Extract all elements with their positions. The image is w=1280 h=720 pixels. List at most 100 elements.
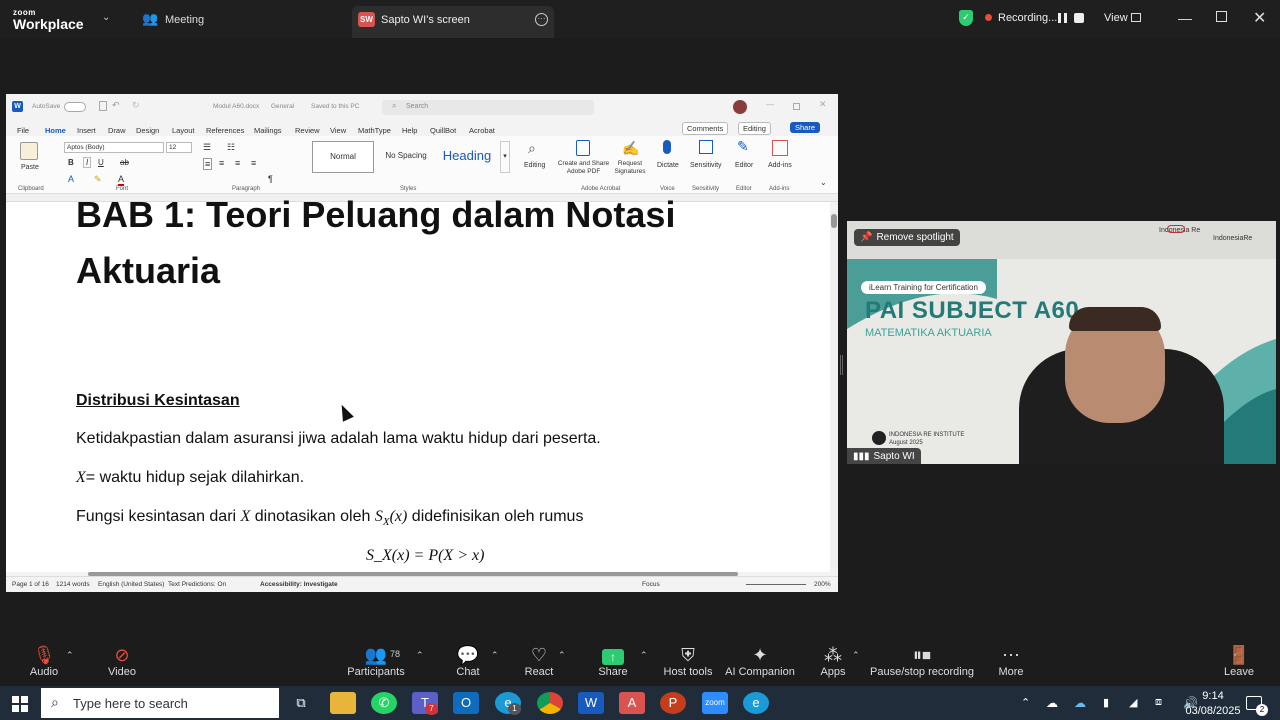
request-signatures-label[interactable]: Request Signatures bbox=[610, 160, 650, 176]
word-minimize-icon[interactable]: — bbox=[766, 100, 774, 109]
highlight-icon[interactable]: ✎ bbox=[94, 174, 102, 185]
paste-icon[interactable] bbox=[20, 142, 38, 160]
tab-review[interactable]: Review bbox=[295, 126, 320, 135]
word-icon[interactable]: W bbox=[578, 692, 604, 714]
vertical-scroll-thumb[interactable] bbox=[831, 214, 837, 228]
justify-icon[interactable]: ≡ bbox=[251, 158, 256, 168]
autosave-toggle[interactable] bbox=[64, 102, 86, 112]
view-button[interactable]: View bbox=[1104, 12, 1128, 24]
apps-caret-icon[interactable]: ⌃ bbox=[852, 650, 860, 661]
align-center-icon[interactable]: ≡ bbox=[219, 158, 224, 168]
word-restore-icon[interactable] bbox=[793, 103, 800, 110]
document-page[interactable]: BAB 1: Teori Peluang dalam Notasi Aktuar… bbox=[6, 194, 830, 572]
chrome-icon[interactable] bbox=[537, 692, 563, 714]
status-focus[interactable]: Focus bbox=[642, 581, 660, 588]
redo-icon[interactable]: ↻ bbox=[132, 100, 140, 111]
zoom-slider[interactable] bbox=[746, 584, 806, 585]
tab-mathtype[interactable]: MathType bbox=[358, 126, 391, 135]
sensitivity-icon[interactable] bbox=[699, 140, 713, 154]
tab-references[interactable]: References bbox=[206, 126, 244, 135]
add-ins-label[interactable]: Add-ins bbox=[768, 162, 792, 169]
remove-spotlight-button[interactable]: 📌 Remove spotlight bbox=[854, 229, 960, 246]
underline-icon[interactable]: U bbox=[98, 158, 104, 167]
video-button[interactable]: ⊘ Video bbox=[77, 644, 167, 678]
more-button[interactable]: ⋯ More bbox=[966, 644, 1056, 678]
panel-resize-handle[interactable] bbox=[840, 355, 843, 375]
minimize-icon[interactable]: — bbox=[1178, 10, 1192, 26]
dictate-label[interactable]: Dictate bbox=[657, 162, 679, 169]
file-explorer-icon[interactable] bbox=[330, 692, 356, 714]
more-options-icon[interactable]: ··· bbox=[535, 13, 548, 26]
leave-button[interactable]: 🚪 Leave bbox=[1194, 644, 1280, 678]
zoom-icon[interactable]: zoom bbox=[702, 692, 728, 714]
tray-chevron-icon[interactable]: ⌃ bbox=[1021, 696, 1030, 709]
style-normal[interactable]: Normal bbox=[312, 141, 374, 173]
text-effects-icon[interactable]: A bbox=[68, 174, 74, 184]
pause-recording-icon[interactable] bbox=[1058, 13, 1067, 23]
styles-more-icon[interactable]: ▾ bbox=[500, 141, 510, 173]
numbering-icon[interactable]: ☷ bbox=[227, 142, 235, 153]
close-icon[interactable]: ✕ bbox=[1253, 8, 1266, 28]
font-size-select[interactable]: 12 bbox=[166, 142, 192, 153]
status-predictions[interactable]: Text Predictions: On bbox=[168, 581, 226, 588]
clock-time[interactable]: 9:14 bbox=[1193, 690, 1233, 702]
pause-stop-recording-button[interactable]: ⏸⏹ Pause/stop recording bbox=[866, 644, 978, 678]
create-pdf-label[interactable]: Create and Share Adobe PDF bbox=[556, 160, 611, 176]
editor-label[interactable]: Editor bbox=[735, 162, 753, 169]
acrobat-icon[interactable]: A bbox=[619, 692, 645, 714]
tab-design[interactable]: Design bbox=[136, 126, 159, 135]
style-heading[interactable]: Heading bbox=[438, 141, 496, 173]
tab-help[interactable]: Help bbox=[402, 126, 417, 135]
word-close-icon[interactable]: ✕ bbox=[819, 99, 827, 110]
stop-recording-icon[interactable] bbox=[1074, 13, 1084, 23]
share-button[interactable]: Share bbox=[790, 122, 821, 133]
audio-button[interactable]: 🎙 Audio bbox=[0, 644, 89, 678]
font-name-select[interactable]: Aptos (Body) bbox=[64, 142, 164, 153]
maximize-icon[interactable] bbox=[1216, 11, 1227, 22]
clock-date[interactable]: 03/08/2025 bbox=[1178, 705, 1248, 717]
status-page[interactable]: Page 1 of 16 bbox=[12, 581, 49, 588]
status-language[interactable]: English (United States) bbox=[98, 581, 164, 588]
undo-icon[interactable]: ↶ bbox=[112, 100, 120, 111]
microphone-icon[interactable] bbox=[663, 140, 671, 154]
request-signatures-icon[interactable]: ✍ bbox=[622, 140, 639, 157]
powerpoint-icon[interactable]: P bbox=[660, 692, 686, 714]
tray-network-icon[interactable]: ☁ bbox=[1046, 696, 1058, 710]
tab-draw[interactable]: Draw bbox=[108, 126, 126, 135]
pilcrow-icon[interactable]: ¶ bbox=[268, 174, 273, 184]
participants-button[interactable]: 👥 Participants bbox=[331, 644, 421, 678]
audio-caret-icon[interactable]: ⌃ bbox=[66, 650, 74, 661]
task-view-icon[interactable]: ⧉ bbox=[288, 692, 314, 714]
windows-start-icon[interactable] bbox=[12, 696, 28, 712]
edge-browser-icon[interactable]: e bbox=[743, 692, 769, 714]
tab-acrobat[interactable]: Acrobat bbox=[469, 126, 495, 135]
tab-mailings[interactable]: Mailings bbox=[254, 126, 282, 135]
editing-label[interactable]: Editing bbox=[524, 162, 545, 169]
user-avatar[interactable] bbox=[733, 100, 747, 114]
vertical-scrollbar[interactable] bbox=[830, 212, 838, 568]
chevron-down-icon[interactable]: ⌄ bbox=[102, 12, 110, 23]
apps-button[interactable]: ⁂ Apps bbox=[788, 644, 878, 678]
comments-button[interactable]: Comments bbox=[682, 122, 729, 135]
status-words[interactable]: 1214 words bbox=[56, 581, 90, 588]
align-left-icon[interactable]: ≡ bbox=[203, 158, 213, 170]
onedrive-icon[interactable]: ☁ bbox=[1074, 696, 1086, 710]
editing-search-icon[interactable]: ⌕ bbox=[528, 140, 536, 157]
display-icon[interactable]: ⧈ bbox=[1155, 696, 1162, 709]
sensitivity-button-label[interactable]: Sensitivity bbox=[690, 162, 722, 169]
collapse-ribbon-icon[interactable]: ⌄ bbox=[820, 178, 827, 187]
strikethrough-icon[interactable]: ab bbox=[120, 158, 129, 167]
meeting-label[interactable]: Meeting bbox=[165, 14, 204, 26]
tab-quillbot[interactable]: QuillBot bbox=[430, 126, 456, 135]
editing-mode-button[interactable]: Editing bbox=[738, 122, 771, 135]
whatsapp-icon[interactable]: ✆ bbox=[371, 692, 397, 714]
shield-check-icon[interactable]: ✓ bbox=[959, 10, 973, 26]
add-ins-icon[interactable] bbox=[772, 140, 788, 156]
create-pdf-icon[interactable] bbox=[576, 140, 590, 156]
react-caret-icon[interactable]: ⌃ bbox=[558, 650, 566, 661]
style-no-spacing[interactable]: No Spacing bbox=[378, 141, 434, 173]
word-search-box[interactable]: ⌕ Search bbox=[382, 100, 594, 115]
italic-icon[interactable]: I bbox=[83, 157, 92, 168]
tab-layout[interactable]: Layout bbox=[172, 126, 195, 135]
tab-file[interactable]: File bbox=[17, 126, 29, 135]
